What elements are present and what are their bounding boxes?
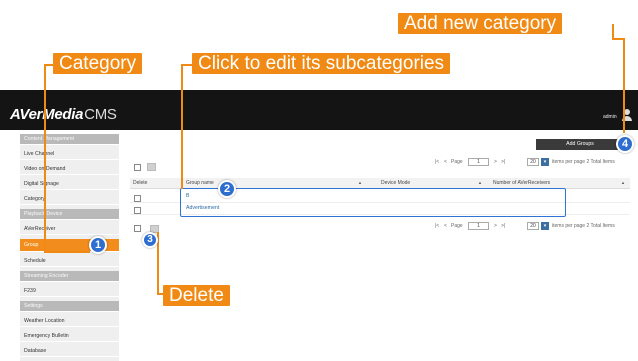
pager-page-input[interactable]: 1 xyxy=(468,158,489,166)
column-group-name[interactable]: Group name xyxy=(186,180,214,186)
sidebar-item-averreceiver[interactable]: AVerReceiver xyxy=(20,224,119,235)
add-groups-button[interactable]: Add Groups xyxy=(536,139,624,150)
step-badge-4: 4 xyxy=(616,135,634,153)
pager-next-icon[interactable]: > xyxy=(494,158,497,167)
column-receivers[interactable]: Number of AVerReceivers xyxy=(493,180,550,186)
sidebar-section-playback-device: Playback Device xyxy=(20,209,119,220)
callout-delete: Delete xyxy=(163,285,230,306)
sidebar-item-emergency-bulletin[interactable]: Emergency Bulletin xyxy=(20,331,119,342)
callout-click-to-edit: Click to edit its subcategories xyxy=(192,53,451,74)
sidebar-item-digital-signage[interactable]: Digital Signage xyxy=(20,179,119,190)
callout-line xyxy=(44,64,46,252)
pager-first-icon[interactable]: |< xyxy=(435,158,439,167)
callout-line xyxy=(44,251,90,253)
sidebar-item-video-on-demand[interactable]: Video on Demand xyxy=(20,164,119,175)
sidebar-section-settings: Settings xyxy=(20,301,119,312)
row-checkbox[interactable] xyxy=(134,195,141,202)
pager-prev-icon[interactable]: < xyxy=(444,158,447,167)
group-rows-highlight xyxy=(180,188,566,217)
app-logo: AVerMediaCMS xyxy=(10,106,117,123)
sort-icon[interactable]: ▲ xyxy=(358,180,362,185)
logo-suffix: CMS xyxy=(84,106,117,123)
pager-last-icon[interactable]: >| xyxy=(501,222,505,231)
callout-line xyxy=(181,64,183,189)
sidebar-item-schedule[interactable]: Schedule xyxy=(20,256,119,267)
sidebar-item-category[interactable]: Category xyxy=(20,194,119,205)
pager-last-icon[interactable]: >| xyxy=(501,158,505,167)
row-checkbox[interactable] xyxy=(134,207,141,214)
callout-line xyxy=(623,38,625,133)
pager-prev-icon[interactable]: < xyxy=(444,222,447,231)
sort-icon[interactable]: ▲ xyxy=(621,180,625,185)
pager-first-icon[interactable]: |< xyxy=(435,222,439,231)
chevron-down-icon[interactable]: ▾ xyxy=(541,158,549,166)
column-delete: Delete xyxy=(133,180,148,186)
sort-icon[interactable]: ▲ xyxy=(478,180,482,185)
select-all-checkbox[interactable] xyxy=(134,225,141,232)
step-badge-1: 1 xyxy=(89,236,107,254)
select-all-checkbox[interactable] xyxy=(134,164,141,171)
sidebar-item-live-channel[interactable]: Live Channel xyxy=(20,149,119,160)
per-page-select[interactable]: 20 xyxy=(527,158,539,166)
sidebar-item-weather-location[interactable]: Weather Location xyxy=(20,316,119,327)
pager-page-input[interactable]: 1 xyxy=(468,222,489,230)
per-page-text: items per page 2 Total Items xyxy=(552,159,615,165)
screenshot: AVerMediaCMS admin Content Management Li… xyxy=(0,0,638,361)
chevron-down-icon[interactable]: ▾ xyxy=(541,222,549,230)
per-page-text: items per page 2 Total Items xyxy=(552,223,615,229)
sidebar-section-streaming-encoder: Streaming Encoder xyxy=(20,271,119,282)
column-device-mode[interactable]: Device Mode xyxy=(381,180,410,186)
callout-category: Category xyxy=(53,53,143,74)
pager-page-label: Page xyxy=(451,223,463,229)
sidebar-item-database[interactable]: Database xyxy=(20,346,119,357)
logo-main: AVerMedia xyxy=(10,106,84,123)
pager-page-label: Page xyxy=(451,159,463,165)
sidebar-item-f239[interactable]: F239 xyxy=(20,286,119,297)
sidebar-section-content-management: Content Management xyxy=(20,134,119,145)
per-page-select[interactable]: 20 xyxy=(527,222,539,230)
delete-icon[interactable] xyxy=(147,163,156,171)
step-badge-2: 2 xyxy=(218,180,236,198)
user-name[interactable]: admin xyxy=(603,114,617,120)
step-badge-3: 3 xyxy=(142,232,158,248)
callout-add-new-category: Add new category xyxy=(398,13,563,34)
pager-next-icon[interactable]: > xyxy=(494,222,497,231)
